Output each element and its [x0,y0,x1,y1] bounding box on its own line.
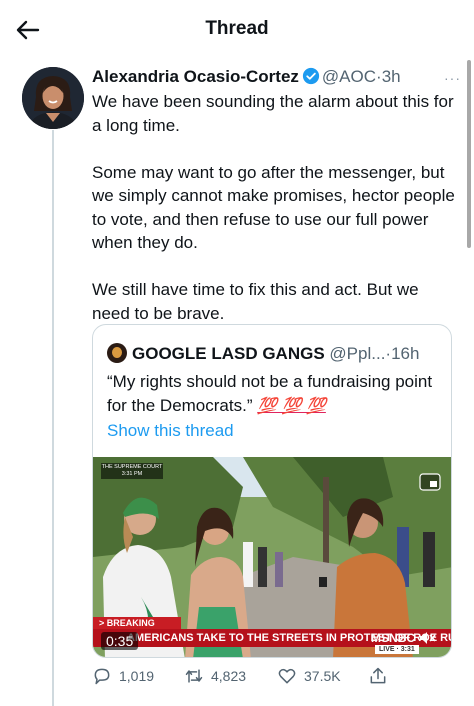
more-options-icon[interactable]: ··· [444,70,461,86]
network-bug: THE SUPREME COURT 3:31 PM [101,463,163,479]
thread-connector-line [52,130,54,706]
reply-count: 1,019 [119,668,155,684]
avatar[interactable] [22,67,84,129]
live-badge: LIVE · 3:31 [375,645,419,654]
scrollbar[interactable] [467,60,471,248]
author-name[interactable]: Alexandria Ocasio-Cortez [92,67,299,86]
tweet-paragraph: Some may want to go after the messenger,… [92,162,455,253]
hundred-points-emoji: 💯 💯 💯 [257,397,326,415]
quoted-author-handle: @Ppl... [329,344,386,363]
mute-icon[interactable] [419,631,437,645]
retweet-count: 4,823 [211,668,247,684]
quoted-tweet-text: “My rights should not be a fundraising p… [107,370,437,418]
video-player[interactable]: THE SUPREME COURT 3:31 PM > BREAKING NEW… [93,457,451,657]
tweet-text: We have been sounding the alarm about th… [92,90,460,349]
verified-badge-icon [302,67,320,85]
breaking-news-tag: > BREAKING NEWS [93,617,181,640]
thread-screen: Thread Alexandria Ocasio-Cortez @AOC·3h … [0,0,474,706]
tweet-header: Alexandria Ocasio-Cortez @AOC·3h [92,66,464,90]
show-thread-link[interactable]: Show this thread [107,421,234,441]
share-icon [370,667,386,684]
top-bar: Thread [0,0,474,58]
video-duration: 0:35 [101,632,139,650]
quoted-author-name: GOOGLE LASD GANGS [132,344,325,363]
like-count: 37.5K [304,668,341,684]
tweet-actions: 1,019 4,823 37.5K [92,664,464,690]
author-handle[interactable]: @AOC [322,67,376,86]
tweet-paragraph: We have been sounding the alarm about th… [92,92,454,135]
picture-in-picture-icon[interactable] [419,473,441,491]
tweet-paragraph: We still have time to fix this and act. … [92,280,419,323]
quoted-tweet-header: GOOGLE LASD GANGS @Ppl...·16h [107,343,419,365]
quoted-tweet-card[interactable]: GOOGLE LASD GANGS @Ppl...·16h “My rights… [92,324,452,658]
quoted-avatar [107,343,127,363]
heart-icon [278,668,296,684]
retweet-icon [185,669,203,683]
reply-icon [94,668,110,685]
quoted-timestamp: 16h [391,344,420,363]
page-title: Thread [205,18,269,39]
network-logo: MSNBC [371,631,415,645]
tweet-timestamp[interactable]: 3h [382,67,401,86]
